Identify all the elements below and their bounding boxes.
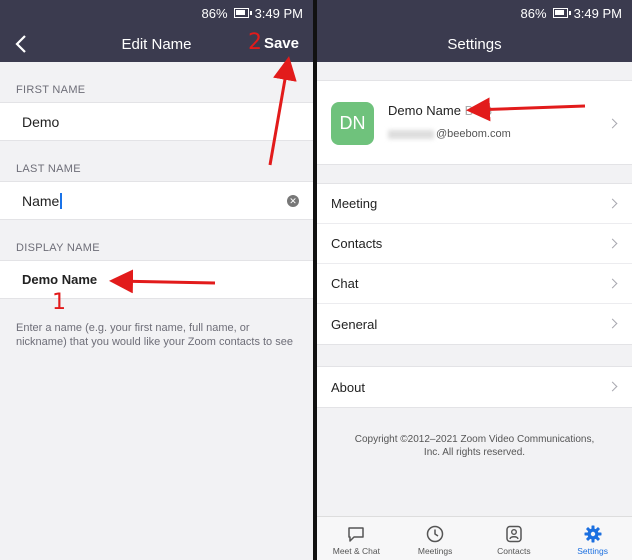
clock-time: 3:49 PM <box>254 5 303 21</box>
tab-label: Settings <box>577 546 608 556</box>
chevron-right-icon <box>607 278 618 289</box>
profile-card[interactable]: DN Demo Name BGS @beebom.com <box>317 80 632 165</box>
gear-icon <box>584 525 602 543</box>
battery-percent: 86% <box>520 5 547 21</box>
last-name-field[interactable]: Name ✕ <box>0 181 313 220</box>
menu-item-about[interactable]: About <box>317 367 632 407</box>
tab-contacts[interactable]: Contacts <box>475 517 554 560</box>
menu-item-general[interactable]: General <box>317 304 632 344</box>
clear-icon[interactable]: ✕ <box>287 195 299 207</box>
profile-name: Demo Name BGS <box>388 103 492 118</box>
settings-screen: 86% 3:49 PM Settings DN Demo Name BGS @b… <box>317 0 632 560</box>
display-name-field[interactable]: Demo Name <box>0 260 313 299</box>
tab-meetings[interactable]: Meetings <box>396 517 475 560</box>
page-title: Edit Name <box>121 35 192 53</box>
status-bar: 86% 3:49 PM <box>0 0 313 26</box>
step-number-1: 1 <box>52 290 66 315</box>
save-button[interactable]: Save <box>264 35 299 52</box>
edit-name-screen: 86% 3:49 PM Edit Name Save FIRST NAME De… <box>0 0 315 560</box>
chevron-right-icon <box>607 318 618 329</box>
first-name-label: FIRST NAME <box>16 84 86 96</box>
copyright-line: Inc. All rights reserved. <box>423 447 526 458</box>
display-name-value: Demo Name <box>22 272 98 287</box>
copyright-line: Copyright ©2012–2021 Zoom Video Communic… <box>354 434 595 445</box>
chevron-right-icon <box>607 381 618 392</box>
menu-item-label: About <box>331 379 365 395</box>
avatar: DN <box>331 102 374 145</box>
nav-bar: Edit Name Save <box>0 26 313 62</box>
first-name-field[interactable]: Demo <box>0 102 313 141</box>
menu-item-label: Contacts <box>331 236 383 251</box>
tab-settings[interactable]: Settings <box>553 517 632 560</box>
first-name-value: Demo <box>22 113 60 130</box>
tab-label: Contacts <box>497 546 531 556</box>
redacted-email-user <box>388 129 434 139</box>
copyright-text: Copyright ©2012–2021 Zoom Video Communic… <box>317 433 632 459</box>
tab-label: Meetings <box>417 546 453 556</box>
chevron-right-icon <box>607 198 618 209</box>
settings-menu: Meeting Contacts Chat General <box>317 183 632 345</box>
profile-email-domain: @beebom.com <box>436 128 511 140</box>
text-caret <box>60 192 62 209</box>
profile-name-faded: BGS <box>464 103 493 118</box>
chevron-right-icon <box>607 238 618 249</box>
menu-item-label: Chat <box>331 276 359 291</box>
menu-item-label: Meeting <box>331 196 378 211</box>
about-menu: About <box>317 366 632 408</box>
chevron-right-icon <box>607 118 618 129</box>
tab-bar: Meet & Chat Meetings Contacts Settings <box>317 516 632 560</box>
menu-item-meeting[interactable]: Meeting <box>317 184 632 224</box>
page-title: Settings <box>447 35 502 53</box>
profile-name-text: Demo Name <box>388 103 461 118</box>
contact-card-icon <box>506 525 522 543</box>
menu-item-label: General <box>331 316 378 332</box>
menu-item-chat[interactable]: Chat <box>317 264 632 304</box>
status-bar: 86% 3:49 PM <box>317 0 632 26</box>
battery-percent: 86% <box>201 5 228 21</box>
chevron-left-icon <box>15 35 26 53</box>
profile-email: @beebom.com <box>388 128 511 140</box>
battery-icon <box>552 8 571 18</box>
menu-item-contacts[interactable]: Contacts <box>317 224 632 264</box>
back-button[interactable] <box>14 32 34 56</box>
clock-icon <box>426 525 444 543</box>
chat-bubble-icon <box>348 527 365 542</box>
display-name-label: DISPLAY NAME <box>16 242 100 254</box>
clock-time: 3:49 PM <box>573 5 622 21</box>
nav-bar: Settings <box>317 26 632 62</box>
step-number-2: 2 <box>248 30 262 55</box>
battery-icon <box>233 8 252 18</box>
display-name-hint: Enter a name (e.g. your first name, full… <box>16 322 293 348</box>
last-name-label: LAST NAME <box>16 163 81 175</box>
tab-label: Meet & Chat <box>332 546 380 556</box>
tab-meet-chat[interactable]: Meet & Chat <box>317 517 396 560</box>
last-name-value: Name <box>22 192 60 209</box>
